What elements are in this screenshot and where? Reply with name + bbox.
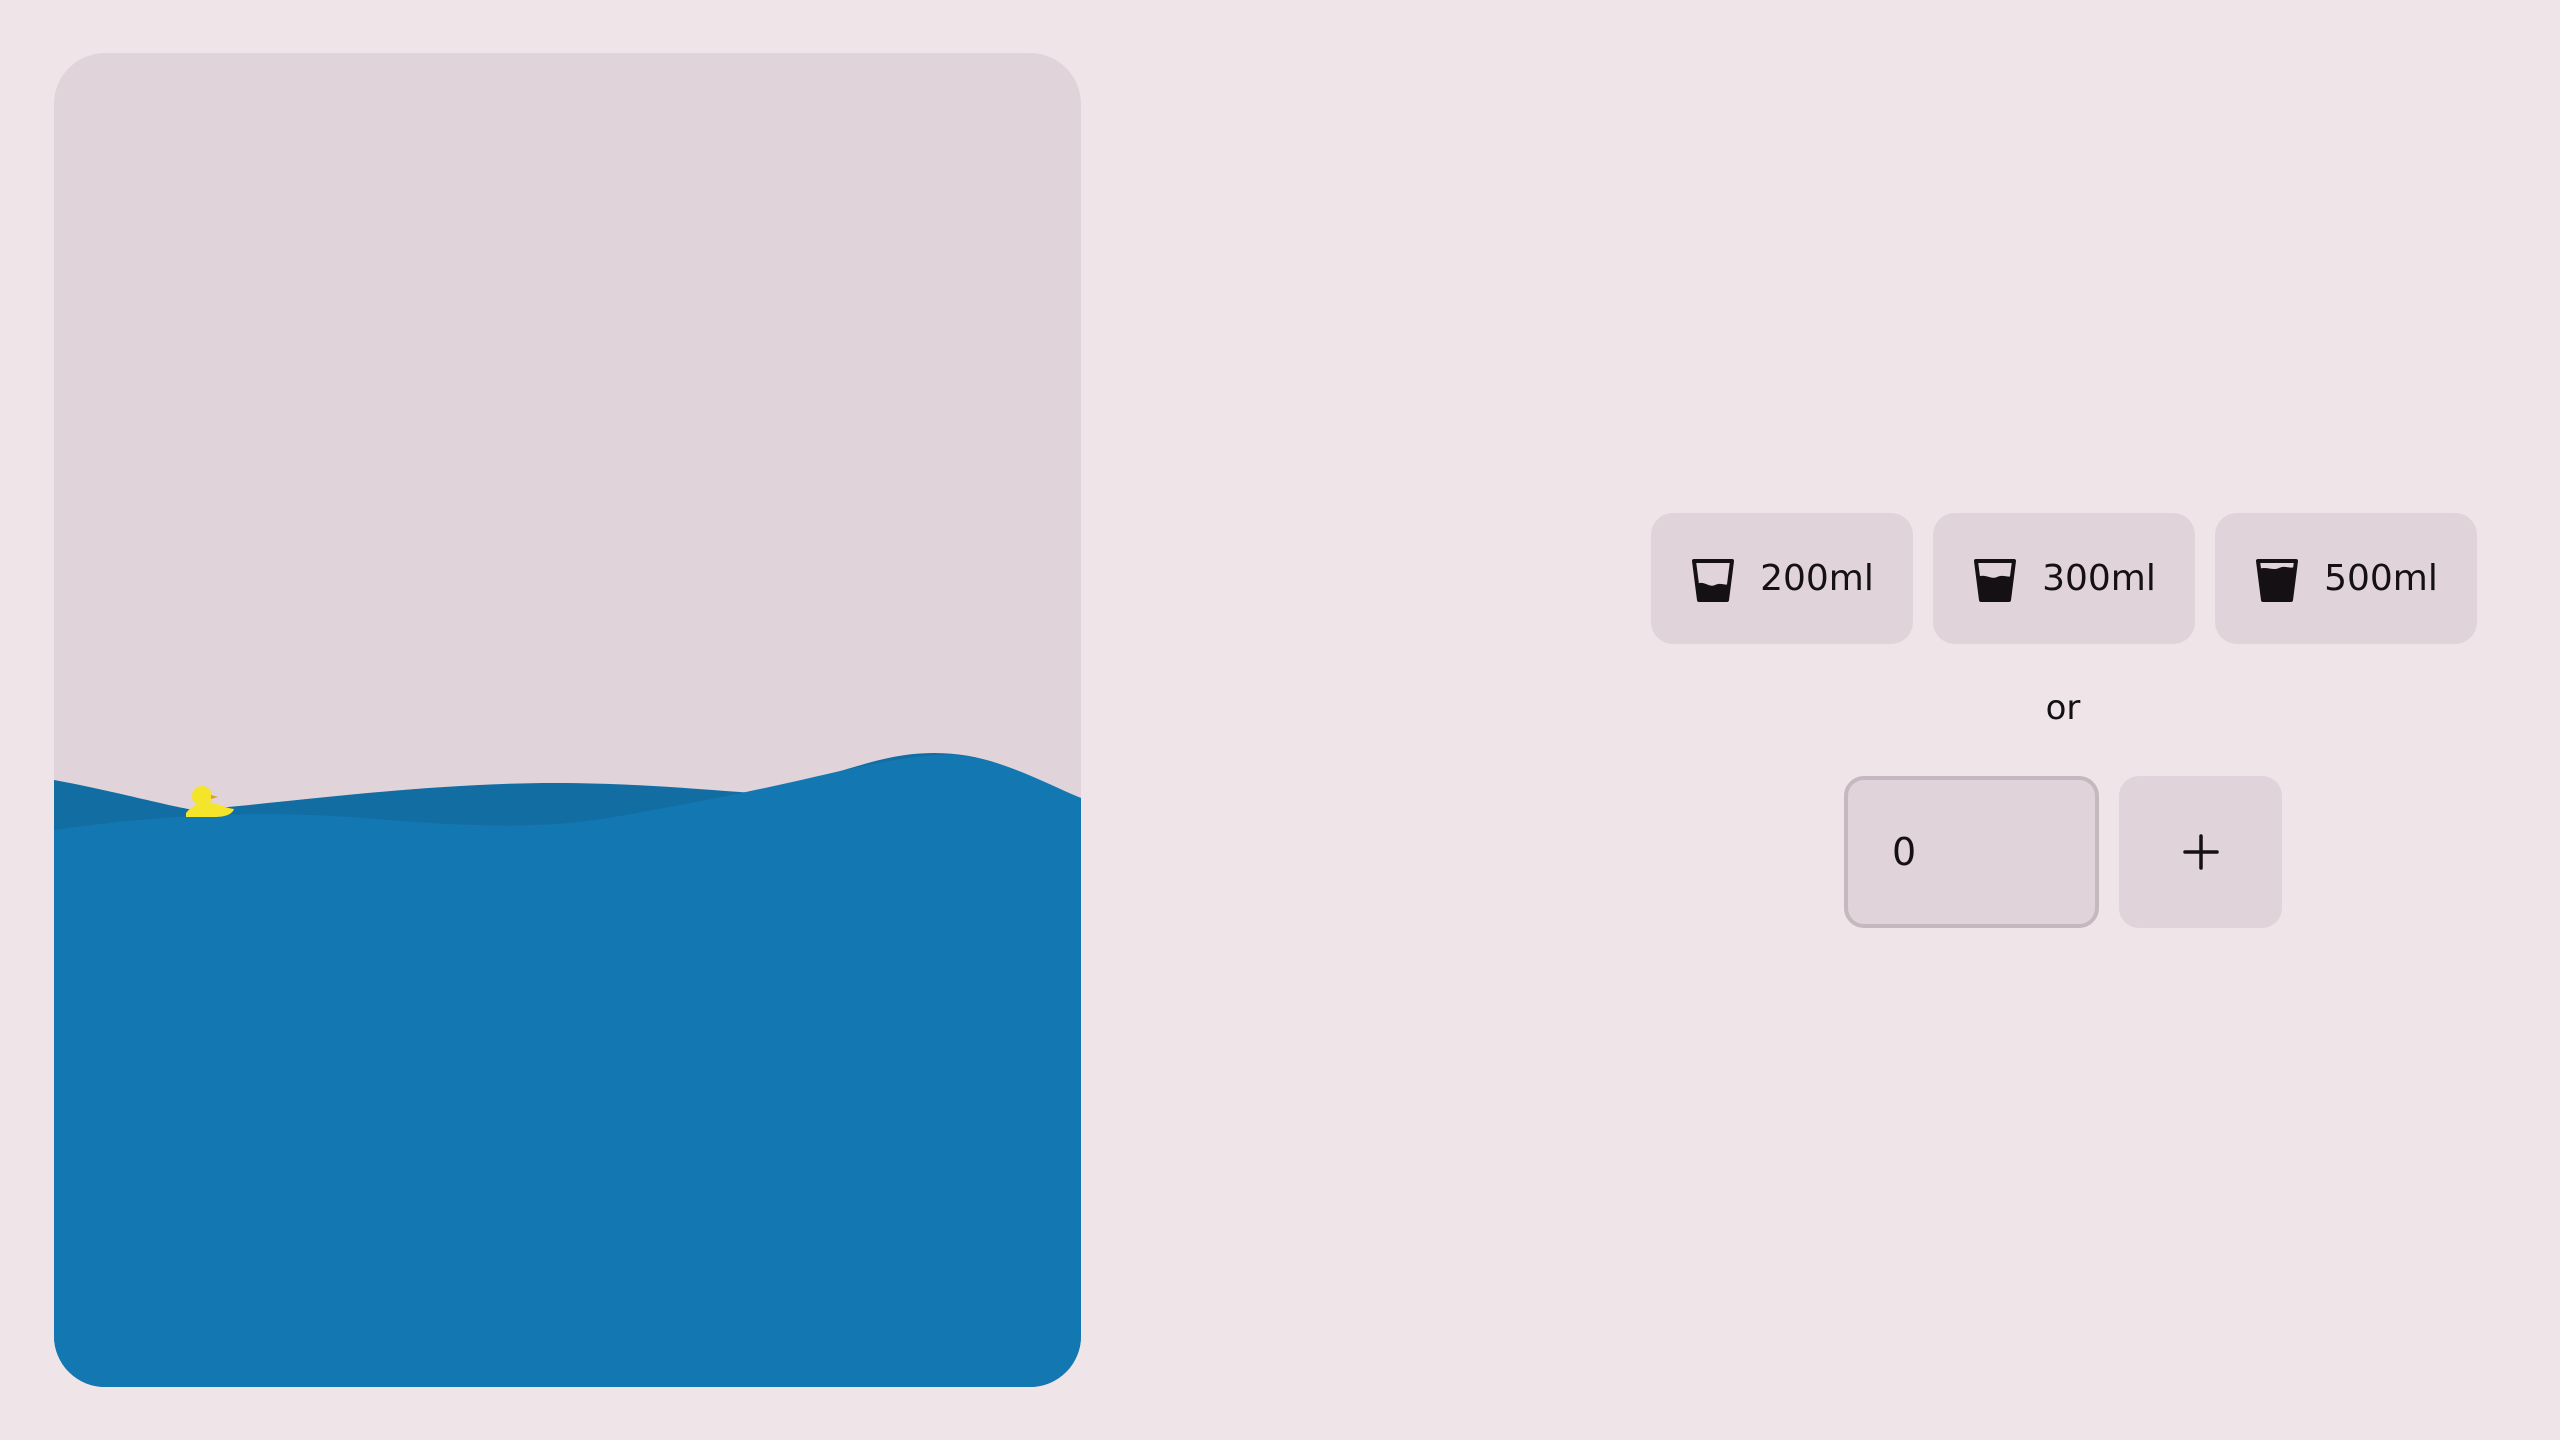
water-tank-illustration	[54, 753, 1081, 1387]
add-200ml-label: 200ml	[1760, 558, 1874, 599]
custom-amount-input[interactable]	[1844, 776, 2099, 928]
plus-icon	[2182, 834, 2219, 870]
water-tank	[54, 53, 1081, 1387]
add-300ml-button[interactable]: 300ml	[1933, 513, 2195, 644]
or-separator: or	[2045, 688, 2081, 728]
glass-low-fill-icon	[1692, 558, 1735, 602]
quick-add-buttons: 200ml 300ml 500ml	[1651, 513, 2477, 644]
water-body	[54, 754, 1081, 1387]
add-500ml-button[interactable]: 500ml	[2215, 513, 2477, 644]
glass-half-fill-icon	[1974, 558, 2017, 602]
add-500ml-label: 500ml	[2324, 558, 2438, 599]
add-200ml-button[interactable]: 200ml	[1651, 513, 1913, 644]
add-custom-amount-button[interactable]	[2119, 776, 2282, 928]
add-300ml-label: 300ml	[2042, 558, 2156, 599]
rubber-duck-icon	[186, 786, 234, 817]
glass-full-fill-icon	[2256, 558, 2299, 602]
